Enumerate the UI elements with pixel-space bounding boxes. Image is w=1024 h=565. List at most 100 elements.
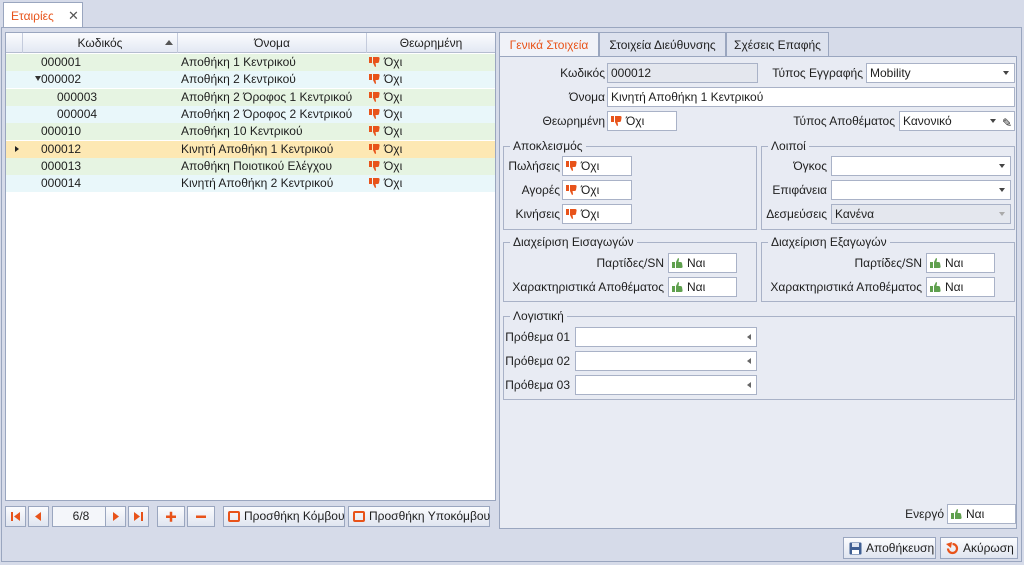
- cancel-button[interactable]: Ακύρωση: [940, 537, 1018, 559]
- document-tab-companies[interactable]: Εταιρίες ✕: [3, 2, 83, 28]
- cell-virtual: Όχι: [369, 106, 493, 123]
- previous-record-button[interactable]: [28, 506, 49, 527]
- chevron-left-icon[interactable]: [747, 334, 751, 340]
- last-record-button[interactable]: [128, 506, 149, 527]
- cell-virtual-value: Όχι: [384, 106, 403, 121]
- previous-record-icon: [35, 512, 41, 521]
- tab-contacts[interactable]: Σχέσεις Επαφής: [726, 32, 829, 57]
- reservations-select[interactable]: Κανένα: [831, 204, 1011, 224]
- surface-label: Επιφάνεια: [772, 183, 827, 197]
- thumbs-down-icon: [369, 126, 380, 137]
- cell-virtual-value: Όχι: [384, 55, 403, 69]
- table-row[interactable]: 000013 Αποθήκη Ποιοτικού Ελέγχου Όχι: [6, 157, 495, 175]
- prefix3-field[interactable]: [575, 375, 757, 395]
- import-batches-label: Παρτίδες/SN: [596, 256, 664, 270]
- thumbs-down-icon: [566, 161, 577, 171]
- record-type-value: Mobility: [870, 66, 911, 80]
- cell-name: Αποθήκη 1 Κεντρικού: [181, 55, 296, 69]
- cell-code: 000002: [41, 72, 82, 87]
- tab-address[interactable]: Στοιχεία Διεύθυνσης: [599, 32, 726, 57]
- purchases-toggle[interactable]: Όχι: [562, 180, 632, 200]
- export-batches-toggle[interactable]: Ναι: [926, 253, 995, 273]
- thumbs-down-icon: [566, 209, 577, 219]
- movements-toggle[interactable]: Όχι: [562, 204, 632, 224]
- stock-type-select[interactable]: Κανονικό ✎: [899, 111, 1015, 131]
- next-record-icon: [113, 512, 119, 521]
- table-row[interactable]: 000002 Αποθήκη 2 Κεντρικού Όχι: [6, 71, 495, 89]
- chevron-left-icon[interactable]: [747, 382, 751, 388]
- prefix1-field[interactable]: [575, 327, 757, 347]
- thumbs-up-icon: [930, 258, 941, 268]
- export-batches-value: Ναι: [945, 256, 964, 270]
- first-record-icon: [11, 512, 20, 521]
- cell-virtual: Όχι: [369, 71, 493, 88]
- column-header-code[interactable]: Κωδικός: [23, 33, 178, 53]
- virtual-label: Θεωρημένη: [542, 114, 606, 128]
- name-field[interactable]: Κινητή Αποθήκη 1 Κεντρικού: [607, 87, 1015, 107]
- prefix3-label: Πρόθεμα 03: [505, 378, 570, 392]
- export-attrs-toggle[interactable]: Ναι: [926, 277, 995, 297]
- add-node-label: Προσθήκη Κόμβου: [244, 509, 345, 523]
- table-row[interactable]: 000003 Αποθήκη 2 Όροφος 1 Κεντρικού Όχι: [6, 88, 495, 106]
- table-row[interactable]: 000014 Κινητή Αποθήκη 2 Κεντρικού Όχι: [6, 175, 495, 193]
- next-record-button[interactable]: [105, 506, 126, 527]
- surface-select[interactable]: [831, 180, 1011, 200]
- tab-general[interactable]: Γενικά Στοιχεία: [499, 32, 599, 58]
- thumbs-up-icon: [930, 282, 941, 292]
- edit-icon[interactable]: ✎: [1002, 114, 1012, 130]
- chevron-down-icon: [999, 164, 1005, 168]
- table-row[interactable]: 000004 Αποθήκη 2 Όροφος 2 Κεντρικού Όχι: [6, 105, 495, 123]
- first-record-button[interactable]: [5, 506, 26, 527]
- export-batches-label: Παρτίδες/SN: [854, 256, 922, 270]
- column-header-name[interactable]: Όνομα: [178, 33, 367, 53]
- grid-header: Κωδικός Όνομα Θεωρημένη: [6, 33, 495, 53]
- grid-indicator-header: [6, 33, 23, 53]
- cell-virtual: Όχι: [369, 175, 493, 192]
- add-subnode-icon: [353, 511, 365, 522]
- cell-virtual: Όχι: [369, 123, 493, 140]
- add-node-button[interactable]: Προσθήκη Κόμβου: [223, 506, 345, 527]
- table-row[interactable]: 000010 Αποθήκη 10 Κεντρικού Όχι: [6, 123, 495, 141]
- remove-record-button[interactable]: [187, 506, 215, 527]
- table-row[interactable]: 000001 Αποθήκη 1 Κεντρικού Όχι: [6, 54, 495, 71]
- add-subnode-label: Προσθήκη Υποκόμβου: [369, 509, 491, 523]
- active-toggle[interactable]: Ναι: [947, 504, 1016, 524]
- detail-tabs: Γενικά Στοιχεία Στοιχεία Διεύθυνσης Σχέσ…: [499, 32, 1017, 58]
- thumbs-down-icon: [369, 178, 380, 189]
- import-batches-toggle[interactable]: Ναι: [668, 253, 737, 273]
- sales-toggle[interactable]: Όχι: [562, 156, 632, 176]
- general-panel: Κωδικός 000012 Τύπος Εγγραφής Mobility Ό…: [499, 56, 1017, 529]
- cell-virtual-value: Όχι: [384, 72, 403, 87]
- import-attrs-toggle[interactable]: Ναι: [668, 277, 737, 297]
- thumbs-up-icon: [951, 509, 962, 519]
- close-icon[interactable]: ✕: [68, 8, 79, 24]
- cell-virtual: Όχι: [369, 158, 493, 175]
- volume-select[interactable]: [831, 156, 1011, 176]
- column-header-code-label: Κωδικός: [77, 36, 123, 50]
- prefix2-field[interactable]: [575, 351, 757, 371]
- chevron-left-icon[interactable]: [747, 358, 751, 364]
- imports-group: Διαχείριση Εισαγωγών Παρτίδες/SN Ναι Χαρ…: [503, 235, 757, 302]
- prefix2-label: Πρόθεμα 02: [505, 354, 570, 368]
- cell-virtual-value: Όχι: [384, 124, 403, 139]
- active-value: Ναι: [966, 507, 985, 521]
- reservations-label: Δεσμεύσεις: [766, 207, 827, 221]
- prefix1-label: Πρόθεμα 01: [505, 330, 570, 344]
- export-attrs-value: Ναι: [945, 280, 964, 294]
- cell-code: 000010: [41, 124, 82, 139]
- other-group: Λοιποί Όγκος Επιφάνεια Δεσμεύσεις Κανένα: [761, 139, 1015, 230]
- virtual-toggle[interactable]: Όχι: [607, 111, 677, 131]
- add-subnode-button[interactable]: Προσθήκη Υποκόμβου: [348, 506, 490, 527]
- save-button[interactable]: Αποθήκευση: [843, 537, 936, 559]
- virtual-value: Όχι: [626, 114, 645, 128]
- column-header-virtual[interactable]: Θεωρημένη: [367, 33, 495, 53]
- document-tabbar: Εταιρίες ✕: [0, 0, 1024, 28]
- thumbs-down-icon: [369, 143, 380, 154]
- current-row-indicator-icon: [15, 145, 19, 152]
- cell-code: 000012: [41, 141, 82, 156]
- name-label: Όνομα: [569, 90, 605, 104]
- add-record-button[interactable]: [157, 506, 185, 527]
- table-row[interactable]: 000012 Κινητή Αποθήκη 1 Κεντρικού Όχι: [6, 140, 495, 158]
- record-type-select[interactable]: Mobility: [866, 63, 1015, 83]
- code-field[interactable]: 000012: [607, 63, 758, 83]
